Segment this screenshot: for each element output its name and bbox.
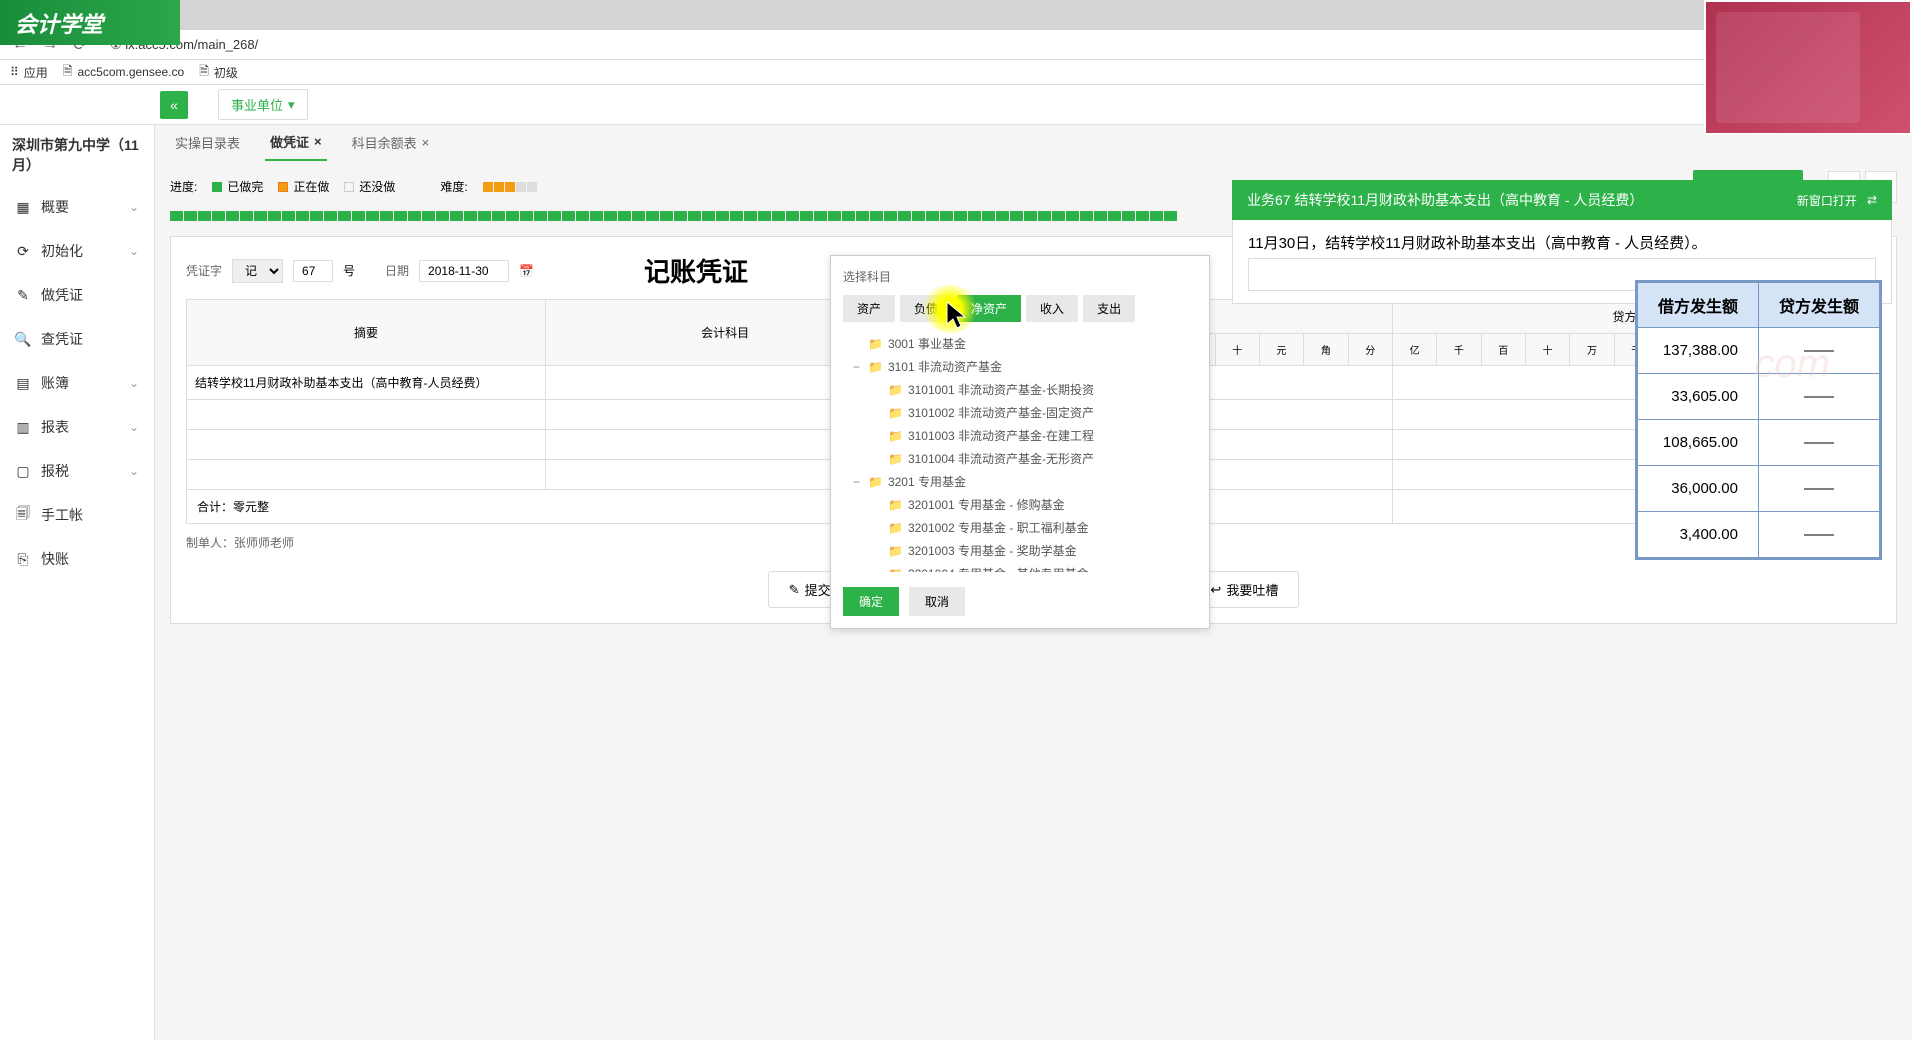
- swap-icon[interactable]: ⇄: [1867, 193, 1877, 207]
- sidebar-item-quick[interactable]: ⎘快账: [0, 537, 154, 581]
- chevron-down-icon: ⌄: [129, 464, 139, 478]
- sidebar-item-overview[interactable]: ▦概要⌄: [0, 185, 154, 229]
- tree-node[interactable]: 📁3101001 非流动资产基金-长期投资: [843, 378, 1197, 401]
- close-icon[interactable]: ×: [422, 135, 430, 150]
- tree-node[interactable]: 📁3201001 专用基金 - 修购基金: [843, 493, 1197, 516]
- summary-cell[interactable]: 结转学校11月财政补助基本支出（高中教育-人员经费）: [187, 366, 546, 400]
- tree-node[interactable]: 📁3201002 专用基金 - 职工福利基金: [843, 516, 1197, 539]
- picker-tab-equity[interactable]: 净资产: [957, 295, 1021, 322]
- table-row: 3,400.00——: [1637, 512, 1879, 558]
- cancel-button[interactable]: 取消: [909, 587, 965, 616]
- table-row: 108,665.00——: [1637, 420, 1879, 466]
- sidebar-item-manual[interactable]: 🗐手工帐: [0, 493, 154, 537]
- bookmark-item[interactable]: 🗎 初级: [199, 62, 238, 83]
- picker-tabs: 资产 负债 净资产 收入 支出: [843, 295, 1197, 322]
- copy-icon: 🗐: [15, 507, 31, 523]
- tab-balance[interactable]: 科目余额表 ×: [347, 125, 435, 160]
- refresh-icon: ⟳: [15, 243, 31, 259]
- chevron-down-icon: ▾: [288, 97, 295, 113]
- picker-tab-asset[interactable]: 资产: [843, 295, 895, 322]
- url-bar[interactable]: ① lx.acc5.com/main_268/: [100, 34, 1872, 56]
- calendar-icon[interactable]: 📅: [519, 264, 534, 278]
- date-label: 日期: [385, 262, 409, 279]
- voucher-title: 记账凭证: [644, 252, 748, 289]
- sidebar-item-report[interactable]: ▥报表⌄: [0, 405, 154, 449]
- apps-icon[interactable]: ⠿ 应用: [10, 64, 48, 81]
- voucher-number-input[interactable]: [293, 260, 333, 282]
- tab-strip: 实操目录表 做凭证 × 科目余额表 ×: [155, 125, 1912, 160]
- chevron-down-icon: ⌄: [129, 244, 139, 258]
- org-selector[interactable]: 事业单位 ▾: [218, 89, 308, 120]
- task-header: 业务67 结转学校11月财政补助基本支出（高中教育 - 人员经费） 新窗口打开 …: [1232, 180, 1892, 220]
- presenter-video: [1704, 0, 1912, 135]
- chevron-down-icon: ⌄: [129, 420, 139, 434]
- tree-node[interactable]: 📁3201004 专用基金 - 其他专用基金: [843, 562, 1197, 572]
- browser-tab-bar: ×: [0, 0, 1912, 30]
- brand-logo: 会计学堂: [0, 0, 180, 45]
- picker-tab-liability[interactable]: 负债: [900, 295, 952, 322]
- tree-node[interactable]: 📁3101004 非流动资产基金-无形资产: [843, 447, 1197, 470]
- bookmarks-bar: ⠿ 应用 🗎 acc5com.gensee.co 🗎 初级: [0, 60, 1912, 85]
- ok-button[interactable]: 确定: [843, 587, 899, 616]
- voucher-type-label: 凭证字: [186, 262, 222, 279]
- new-window-button[interactable]: 新窗口打开: [1797, 192, 1857, 209]
- sidebar-item-ledger[interactable]: ▤账簿⌄: [0, 361, 154, 405]
- tree-node[interactable]: 📁3001 事业基金: [843, 332, 1197, 355]
- sidebar-title: 深圳市第九中学（11月）: [0, 125, 154, 185]
- voucher-type-select[interactable]: 记: [232, 259, 283, 283]
- app-header: « 事业单位 ▾ 张师师老师 (SVIP会员: [0, 85, 1912, 125]
- date-input[interactable]: [419, 260, 509, 282]
- collapse-sidebar-button[interactable]: «: [160, 91, 188, 119]
- tab-catalog[interactable]: 实操目录表: [170, 125, 245, 160]
- tab-voucher[interactable]: 做凭证 ×: [265, 124, 327, 161]
- table-row: 36,000.00——: [1637, 466, 1879, 512]
- tree-node[interactable]: 📁3201003 专用基金 - 奖助学基金: [843, 539, 1197, 562]
- search-icon: 🔍: [15, 331, 31, 347]
- chevron-down-icon: ⌄: [129, 376, 139, 390]
- account-picker: 选择科目 资产 负债 净资产 收入 支出 📁3001 事业基金−📁3101 非流…: [830, 255, 1210, 629]
- browser-chrome: × ← → ⟳ ① lx.acc5.com/main_268/ ☆ ⠿ 应用 🗎…: [0, 0, 1912, 85]
- picker-tab-revenue[interactable]: 收入: [1026, 295, 1078, 322]
- grid-icon: ▦: [15, 199, 31, 215]
- account-tree[interactable]: 📁3001 事业基金−📁3101 非流动资产基金📁3101001 非流动资产基金…: [843, 332, 1197, 572]
- sidebar-item-tax[interactable]: ▢报税⌄: [0, 449, 154, 493]
- watermark: com: [1754, 342, 1830, 387]
- tree-node[interactable]: −📁3101 非流动资产基金: [843, 355, 1197, 378]
- picker-title: 选择科目: [843, 268, 1197, 285]
- col-summary: 摘要: [187, 300, 546, 366]
- voucher-num-suffix: 号: [343, 262, 355, 279]
- tree-node[interactable]: 📁3101002 非流动资产基金-固定资产: [843, 401, 1197, 424]
- picker-tab-expense[interactable]: 支出: [1083, 295, 1135, 322]
- tax-icon: ▢: [15, 463, 31, 479]
- col-header: 借方发生额: [1637, 283, 1758, 328]
- difficulty-rating: [483, 182, 537, 192]
- reference-table: com 借方发生额 贷方发生额 137,388.00——33,605.00——1…: [1635, 280, 1882, 560]
- book-icon: ▤: [15, 375, 31, 391]
- chevron-down-icon: ⌄: [129, 200, 139, 214]
- sidebar-item-voucher[interactable]: ✎做凭证: [0, 273, 154, 317]
- col-header: 贷方发生额: [1758, 283, 1879, 328]
- tree-node[interactable]: −📁3201 专用基金: [843, 470, 1197, 493]
- bookmark-item[interactable]: 🗎 acc5com.gensee.co: [63, 62, 184, 83]
- sidebar: 深圳市第九中学（11月） ▦概要⌄ ⟳初始化⌄ ✎做凭证 🔍查凭证 ▤账簿⌄ ▥…: [0, 125, 155, 1040]
- pencil-icon: ✎: [15, 287, 31, 303]
- browser-nav-bar: ← → ⟳ ① lx.acc5.com/main_268/ ☆: [0, 30, 1912, 60]
- quick-icon: ⎘: [15, 551, 31, 567]
- sidebar-item-query[interactable]: 🔍查凭证: [0, 317, 154, 361]
- sidebar-item-init[interactable]: ⟳初始化⌄: [0, 229, 154, 273]
- tree-node[interactable]: 📁3101003 非流动资产基金-在建工程: [843, 424, 1197, 447]
- report-icon: ▥: [15, 419, 31, 435]
- close-icon[interactable]: ×: [314, 134, 322, 149]
